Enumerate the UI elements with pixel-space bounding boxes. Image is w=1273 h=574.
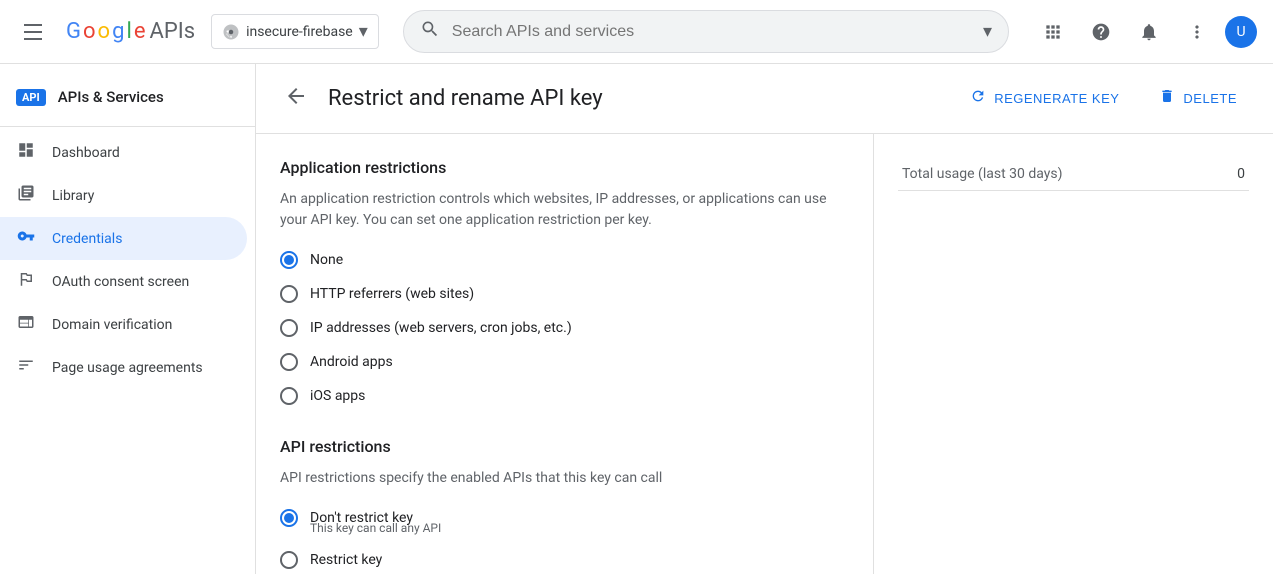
- sidebar-item-oauth[interactable]: OAuth consent screen: [0, 260, 247, 303]
- total-usage-label: Total usage (last 30 days): [898, 158, 1219, 191]
- refresh-icon: [970, 88, 986, 109]
- page-usage-icon: [16, 356, 36, 379]
- topbar-left: Google APIs insecure-firebase ▾: [16, 14, 379, 49]
- radio-android-circle: [280, 353, 298, 371]
- project-name: insecure-firebase: [246, 24, 353, 40]
- stats-table: Total usage (last 30 days) 0: [898, 158, 1249, 191]
- radio-ip-label: IP addresses (web servers, cron jobs, et…: [310, 320, 572, 336]
- radio-restrict[interactable]: Restrict key: [280, 551, 849, 569]
- help-icon[interactable]: [1081, 12, 1121, 52]
- main-panel: Application restrictions An application …: [256, 134, 873, 574]
- radio-none-label: None: [310, 252, 343, 268]
- sidebar-item-label: OAuth consent screen: [52, 274, 189, 290]
- radio-ip-circle: [280, 319, 298, 337]
- more-vert-icon[interactable]: [1177, 12, 1217, 52]
- radio-ios-circle: [280, 387, 298, 405]
- sidebar-item-label: Domain verification: [52, 317, 172, 333]
- dashboard-icon: [16, 141, 36, 164]
- api-badge: API: [16, 89, 46, 106]
- radio-dont-restrict-circle: [280, 509, 298, 527]
- app-restrictions-desc: An application restriction controls whic…: [280, 189, 849, 231]
- app-restrictions-section: Application restrictions An application …: [280, 158, 849, 405]
- topbar: Google APIs insecure-firebase ▾ ▾ U: [0, 0, 1273, 64]
- credentials-icon: [16, 227, 36, 250]
- radio-android-label: Android apps: [310, 354, 393, 370]
- api-restrictions-section: API restrictions API restrictions specif…: [280, 437, 849, 569]
- api-restrictions-title: API restrictions: [280, 437, 849, 456]
- app-restrictions-title: Application restrictions: [280, 158, 849, 177]
- page-title: Restrict and rename API key: [328, 86, 942, 111]
- notifications-icon[interactable]: [1129, 12, 1169, 52]
- regenerate-key-button[interactable]: REGENERATE KEY: [958, 80, 1131, 117]
- layout: API APIs & Services Dashboard Library Cr…: [0, 64, 1273, 574]
- total-usage-value: 0: [1219, 158, 1249, 191]
- radio-http-label: HTTP referrers (web sites): [310, 286, 474, 302]
- radio-http-circle: [280, 285, 298, 303]
- project-icon: [222, 23, 240, 41]
- avatar[interactable]: U: [1225, 16, 1257, 48]
- hamburger-menu-icon[interactable]: [16, 16, 50, 48]
- main-content: Restrict and rename API key REGENERATE K…: [256, 64, 1273, 574]
- oauth-icon: [16, 270, 36, 293]
- radio-restrict-label: Restrict key: [310, 552, 382, 568]
- radio-none[interactable]: None: [280, 251, 849, 269]
- side-panel: Total usage (last 30 days) 0: [873, 134, 1273, 574]
- header-actions: REGENERATE KEY DELETE: [958, 80, 1249, 117]
- search-dropdown-icon[interactable]: ▾: [983, 21, 992, 42]
- back-button[interactable]: [280, 80, 312, 117]
- api-restrictions-radio-group: Don't restrict key This key can call any…: [280, 509, 849, 569]
- page-header: Restrict and rename API key REGENERATE K…: [256, 64, 1273, 134]
- sidebar-item-label: Dashboard: [52, 145, 120, 161]
- sidebar-header: API APIs & Services: [0, 72, 255, 122]
- sidebar-item-credentials[interactable]: Credentials: [0, 217, 247, 260]
- sidebar-item-label: Page usage agreements: [52, 360, 203, 376]
- content-area: Application restrictions An application …: [256, 134, 1273, 574]
- sidebar-item-label: Library: [52, 188, 94, 204]
- topbar-right: U: [1033, 12, 1257, 52]
- domain-icon: [16, 313, 36, 336]
- sidebar-item-domain[interactable]: Domain verification: [0, 303, 247, 346]
- radio-ios-label: iOS apps: [310, 388, 365, 404]
- search-bar[interactable]: ▾: [403, 10, 1009, 53]
- sidebar: API APIs & Services Dashboard Library Cr…: [0, 64, 256, 574]
- radio-ios[interactable]: iOS apps: [280, 387, 849, 405]
- api-restrictions-desc: API restrictions specify the enabled API…: [280, 468, 849, 489]
- radio-none-circle: [280, 251, 298, 269]
- delete-button[interactable]: DELETE: [1147, 80, 1249, 117]
- project-selector[interactable]: insecure-firebase ▾: [211, 14, 379, 49]
- radio-android[interactable]: Android apps: [280, 353, 849, 371]
- sidebar-item-page-usage[interactable]: Page usage agreements: [0, 346, 247, 389]
- sidebar-header-text: APIs & Services: [58, 88, 164, 106]
- radio-restrict-circle: [280, 551, 298, 569]
- apis-text: APIs: [149, 19, 195, 44]
- chevron-down-icon: ▾: [359, 21, 368, 42]
- stats-row: Total usage (last 30 days) 0: [898, 158, 1249, 191]
- app-restrictions-radio-group: None HTTP referrers (web sites) IP addre…: [280, 251, 849, 405]
- delete-icon: [1159, 88, 1175, 109]
- delete-label: DELETE: [1183, 91, 1237, 106]
- sidebar-item-dashboard[interactable]: Dashboard: [0, 131, 247, 174]
- apps-icon[interactable]: [1033, 12, 1073, 52]
- search-input[interactable]: [452, 23, 971, 41]
- library-icon: [16, 184, 36, 207]
- search-icon: [420, 19, 440, 44]
- sidebar-item-library[interactable]: Library: [0, 174, 247, 217]
- sidebar-divider: [0, 126, 255, 127]
- radio-http[interactable]: HTTP referrers (web sites): [280, 285, 849, 303]
- sidebar-item-label: Credentials: [52, 231, 122, 247]
- google-logo: Google APIs: [66, 19, 195, 44]
- radio-ip[interactable]: IP addresses (web servers, cron jobs, et…: [280, 319, 849, 337]
- regenerate-label: REGENERATE KEY: [994, 91, 1119, 106]
- dont-restrict-sub: This key can call any API: [310, 521, 849, 535]
